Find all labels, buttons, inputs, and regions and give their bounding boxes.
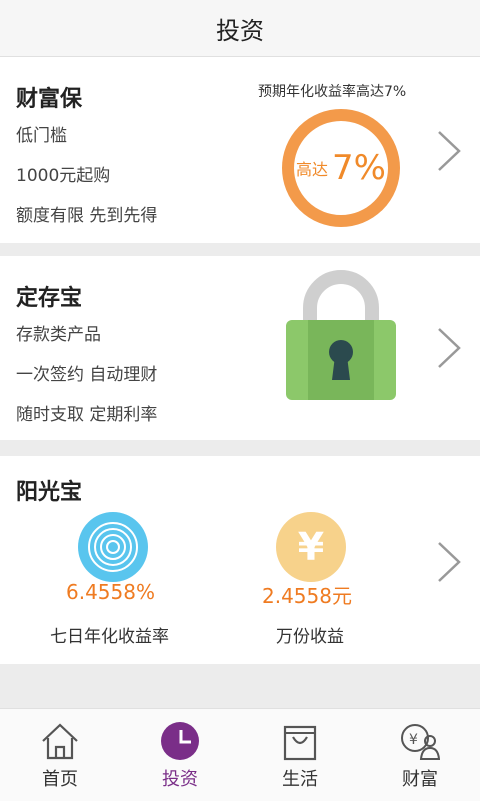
page-title: 投资	[216, 16, 264, 45]
chevron-right-icon[interactable]	[436, 326, 462, 370]
tab-label: 生活	[282, 769, 318, 790]
shopping-bag-icon	[280, 721, 320, 761]
product-feature: 存款类产品	[16, 325, 101, 345]
yen-icon: ¥	[276, 512, 346, 582]
pie-chart-icon	[160, 721, 200, 761]
ring-value: 7%	[332, 148, 386, 188]
tab-home[interactable]: 首页	[0, 709, 120, 801]
per-10k-earnings-label: 万份收益	[276, 627, 344, 647]
product-feature: 随时支取 定期利率	[16, 405, 158, 425]
yield-ring: 高达 7%	[282, 109, 400, 227]
concentric-target-icon	[78, 512, 148, 582]
tab-label: 投资	[162, 769, 198, 790]
product-name: 定存宝	[16, 286, 83, 311]
product-feature: 额度有限 先到先得	[16, 206, 158, 226]
product-name: 财富保	[16, 87, 83, 112]
tab-invest[interactable]: 投资	[120, 709, 240, 801]
tab-label: 财富	[402, 769, 438, 790]
app-header: 投资	[0, 0, 480, 57]
home-icon	[40, 721, 80, 761]
expected-yield-text: 预期年化收益率高达7%	[258, 84, 407, 100]
tab-wealth[interactable]: ¥ 财富	[360, 709, 480, 801]
wealth-user-icon: ¥	[400, 721, 441, 761]
chevron-right-icon[interactable]	[436, 540, 462, 584]
per-10k-earnings-value: 2.4558元	[262, 584, 352, 608]
seven-day-yield-value: 6.4558%	[66, 580, 155, 604]
svg-text:¥: ¥	[409, 732, 418, 748]
product-feature: 1000元起购	[16, 166, 111, 186]
bottom-tab-bar: 首页 投资 生活 ¥ 财富	[0, 708, 480, 801]
yen-symbol: ¥	[297, 525, 325, 569]
tab-label: 首页	[42, 769, 78, 790]
ring-prefix: 高达	[296, 160, 329, 179]
chevron-right-icon[interactable]	[436, 129, 462, 173]
product-name: 阳光宝	[16, 480, 83, 505]
seven-day-yield-label: 七日年化收益率	[50, 627, 169, 647]
product-card-caifubao[interactable]: 财富保 低门槛 1000元起购 额度有限 先到先得 预期年化收益率高达7% 高达…	[0, 57, 480, 243]
product-card-dingcunbao[interactable]: 定存宝 存款类产品 一次签约 自动理财 随时支取 定期利率	[0, 256, 480, 440]
padlock-icon	[286, 268, 396, 400]
product-card-yangguangbao[interactable]: 阳光宝 ¥ 6.4558% 七日年化收益率 2.4558元 万份收益	[0, 456, 480, 664]
product-feature: 一次签约 自动理财	[16, 365, 158, 385]
tab-life[interactable]: 生活	[240, 709, 360, 801]
product-feature: 低门槛	[16, 126, 67, 146]
